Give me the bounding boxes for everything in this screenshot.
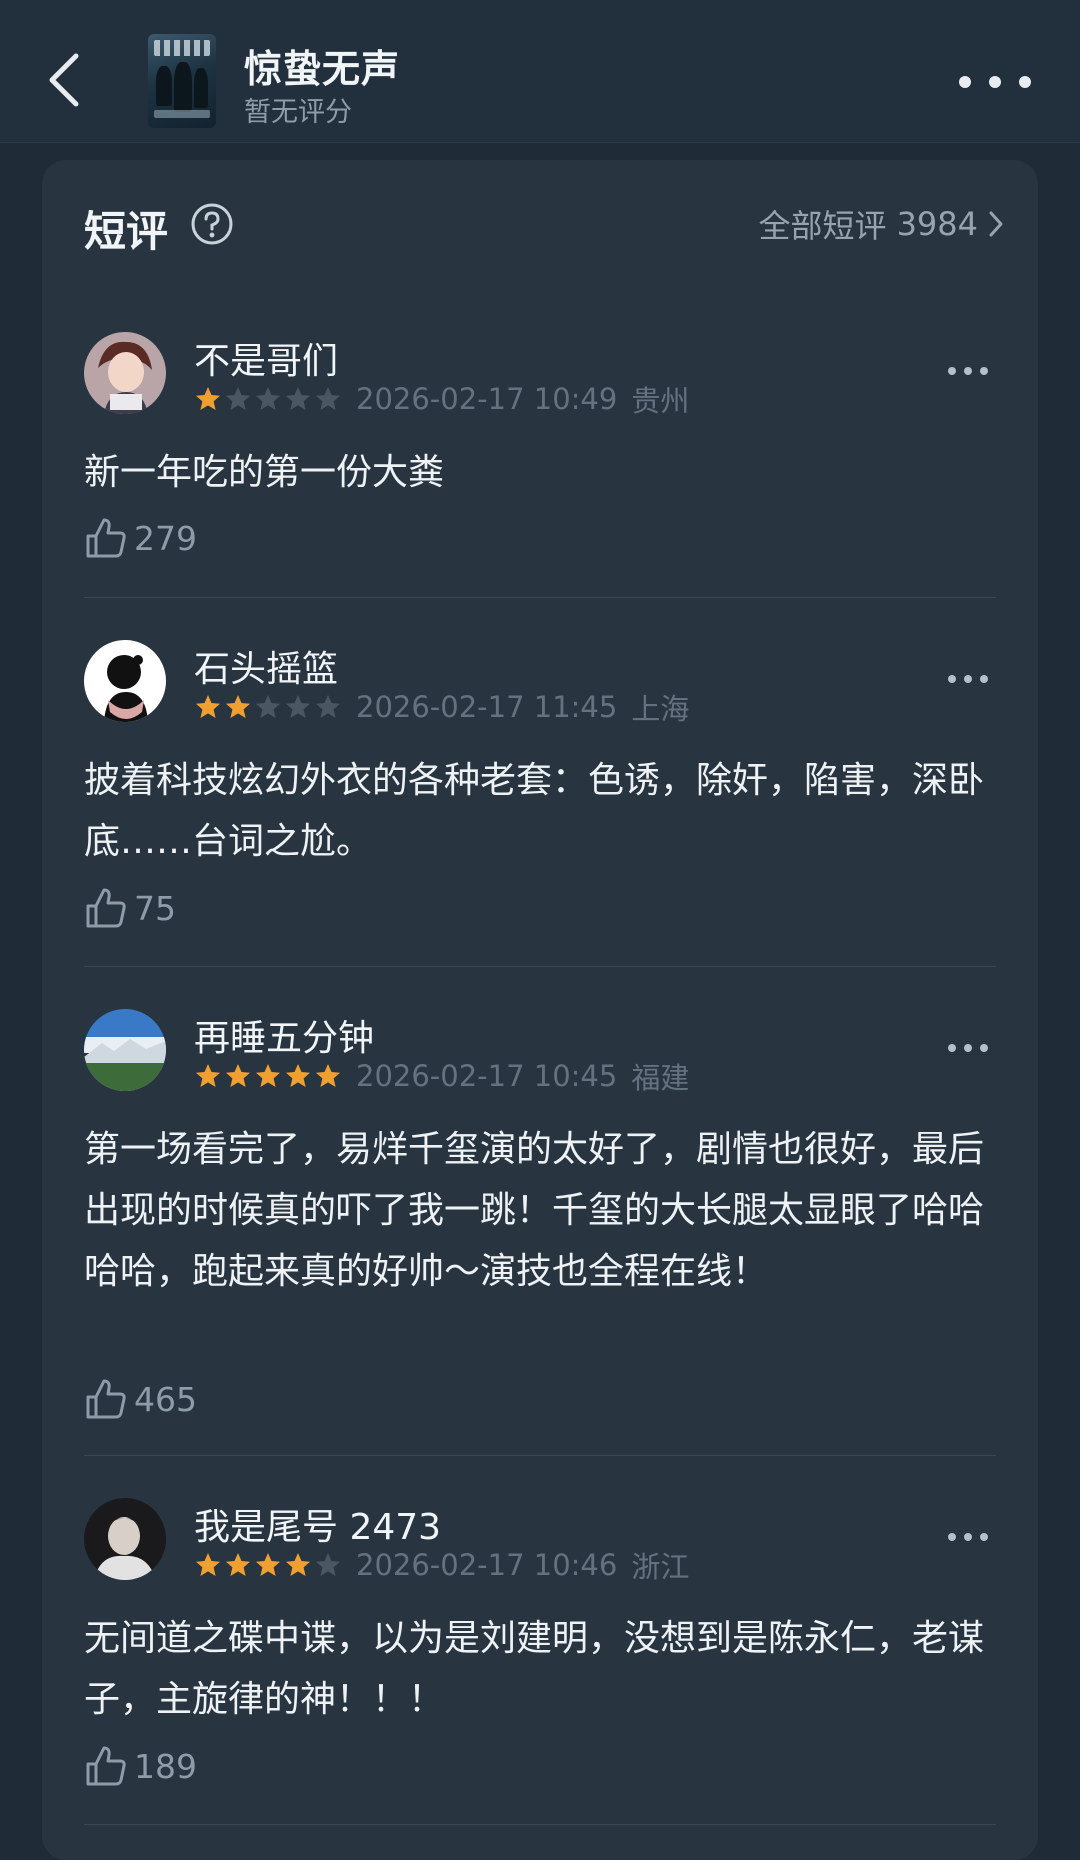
like-count: 465 bbox=[134, 1379, 197, 1419]
more-horizontal-icon bbox=[959, 76, 1031, 88]
review-item: 石头摇篮 2026-02-17 11:45 上海 披着科技炫幻外衣的各种老套：色… bbox=[84, 640, 996, 940]
username[interactable]: 我是尾号 2473 bbox=[194, 1498, 441, 1550]
star-filled-icon bbox=[196, 1064, 220, 1087]
username[interactable]: 不是哥们 bbox=[194, 332, 338, 384]
review-content: 新一年吃的第一份大粪 bbox=[84, 452, 445, 493]
thumbs-up-icon bbox=[86, 1379, 126, 1419]
star-filled-icon bbox=[196, 387, 220, 410]
chevron-right-icon bbox=[989, 211, 1003, 237]
more-horizontal-icon bbox=[948, 675, 988, 683]
like-button[interactable]: 465 bbox=[84, 1377, 197, 1421]
review-meta: 2026-02-17 10:45 福建 bbox=[194, 1059, 689, 1095]
review-more-button[interactable] bbox=[940, 1033, 996, 1063]
section-title: 短评 bbox=[84, 207, 169, 256]
divider bbox=[84, 597, 996, 598]
star-rating bbox=[194, 1551, 342, 1579]
review-location: 上海 bbox=[631, 692, 690, 726]
star-filled-icon bbox=[286, 1064, 310, 1087]
review-more-button[interactable] bbox=[940, 356, 996, 386]
star-empty-icon bbox=[256, 695, 280, 718]
star-filled-icon bbox=[316, 1064, 340, 1087]
star-empty-icon bbox=[316, 695, 340, 718]
star-filled-icon bbox=[286, 1553, 310, 1576]
username[interactable]: 石头摇篮 bbox=[194, 640, 338, 692]
review-item: 我是尾号 2473 2026-02-17 10:46 浙江 无间道之碟中谍，以为… bbox=[84, 1498, 996, 1798]
avatar[interactable] bbox=[84, 640, 166, 722]
avatar[interactable] bbox=[84, 1009, 166, 1091]
review-item: 不是哥们 2026-02-17 10:49 贵州 新一年吃的第一份大粪 279 bbox=[84, 332, 996, 572]
star-empty-icon bbox=[286, 695, 310, 718]
review-date: 2026-02-17 11:45 bbox=[356, 690, 618, 724]
divider bbox=[84, 1824, 996, 1825]
star-rating bbox=[194, 1062, 342, 1090]
all-reviews-label: 全部短评 bbox=[758, 207, 887, 245]
rating-status: 暂无评分 bbox=[244, 97, 352, 128]
movie-title: 惊蛰无声 bbox=[244, 47, 401, 91]
star-filled-icon bbox=[256, 1553, 280, 1576]
question-icon[interactable] bbox=[190, 202, 234, 246]
like-button[interactable]: 279 bbox=[84, 516, 197, 560]
review-content: 披着科技炫幻外衣的各种老套：色诱，除奸，陷害，深卧底……台词之尬。 bbox=[84, 760, 985, 862]
like-button[interactable]: 189 bbox=[84, 1744, 197, 1788]
like-count: 279 bbox=[134, 518, 197, 558]
review-location: 贵州 bbox=[631, 384, 690, 418]
short-reviews-card: 短评 全部短评 3984 不是哥们 2026-02-17 10:49 贵州 新一… bbox=[42, 160, 1038, 1860]
back-button[interactable] bbox=[36, 40, 92, 120]
like-button[interactable]: 75 bbox=[84, 886, 176, 930]
movie-poster[interactable] bbox=[148, 34, 216, 128]
review-content: 无间道之碟中谍，以为是刘建明，没想到是陈永仁，老谋子，主旋律的神！！！ bbox=[84, 1618, 985, 1720]
thumbs-up-icon bbox=[86, 1746, 126, 1786]
like-count: 75 bbox=[134, 888, 176, 928]
thumbs-up-icon bbox=[86, 518, 126, 558]
star-filled-icon bbox=[226, 1553, 250, 1576]
star-empty-icon bbox=[226, 387, 250, 410]
username[interactable]: 再睡五分钟 bbox=[194, 1009, 374, 1061]
all-reviews-count: 3984 bbox=[896, 205, 978, 243]
star-empty-icon bbox=[256, 387, 280, 410]
star-filled-icon bbox=[226, 1064, 250, 1087]
avatar[interactable] bbox=[84, 332, 166, 414]
star-empty-icon bbox=[286, 387, 310, 410]
review-location: 浙江 bbox=[631, 1550, 690, 1584]
review-location: 福建 bbox=[631, 1061, 690, 1095]
top-bar: 惊蛰无声 暂无评分 bbox=[0, 0, 1080, 143]
review-more-button[interactable] bbox=[940, 1522, 996, 1552]
divider bbox=[84, 966, 996, 967]
star-filled-icon bbox=[196, 695, 220, 718]
more-horizontal-icon bbox=[948, 1044, 988, 1052]
star-filled-icon bbox=[196, 1553, 220, 1576]
more-horizontal-icon bbox=[948, 367, 988, 375]
review-date: 2026-02-17 10:45 bbox=[356, 1059, 618, 1093]
star-filled-icon bbox=[256, 1064, 280, 1087]
like-count: 189 bbox=[134, 1746, 197, 1786]
review-content: 第一场看完了，易烊千玺演的太好了，剧情也很好，最后出现的时候真的吓了我一跳！千玺… bbox=[84, 1129, 985, 1292]
review-meta: 2026-02-17 10:46 浙江 bbox=[194, 1548, 689, 1584]
divider bbox=[84, 1455, 996, 1456]
star-empty-icon bbox=[316, 387, 340, 410]
card-header: 短评 全部短评 3984 bbox=[42, 160, 1038, 290]
review-item: 再睡五分钟 2026-02-17 10:45 福建 第一场看完了，易烊千玺演的太… bbox=[84, 1009, 996, 1429]
review-more-button[interactable] bbox=[940, 664, 996, 694]
star-rating bbox=[194, 693, 342, 721]
more-horizontal-icon bbox=[948, 1533, 988, 1541]
chevron-left-icon bbox=[49, 53, 79, 107]
thumbs-up-icon bbox=[86, 888, 126, 928]
review-meta: 2026-02-17 10:49 贵州 bbox=[194, 382, 689, 418]
review-meta: 2026-02-17 11:45 上海 bbox=[194, 690, 689, 726]
star-empty-icon bbox=[316, 1553, 340, 1576]
star-rating bbox=[194, 385, 342, 413]
review-date: 2026-02-17 10:46 bbox=[356, 1548, 618, 1582]
review-date: 2026-02-17 10:49 bbox=[356, 382, 618, 416]
more-options-button[interactable] bbox=[950, 60, 1040, 104]
star-filled-icon bbox=[226, 695, 250, 718]
all-reviews-link[interactable]: 全部短评 3984 bbox=[758, 204, 1004, 245]
avatar[interactable] bbox=[84, 1498, 166, 1580]
